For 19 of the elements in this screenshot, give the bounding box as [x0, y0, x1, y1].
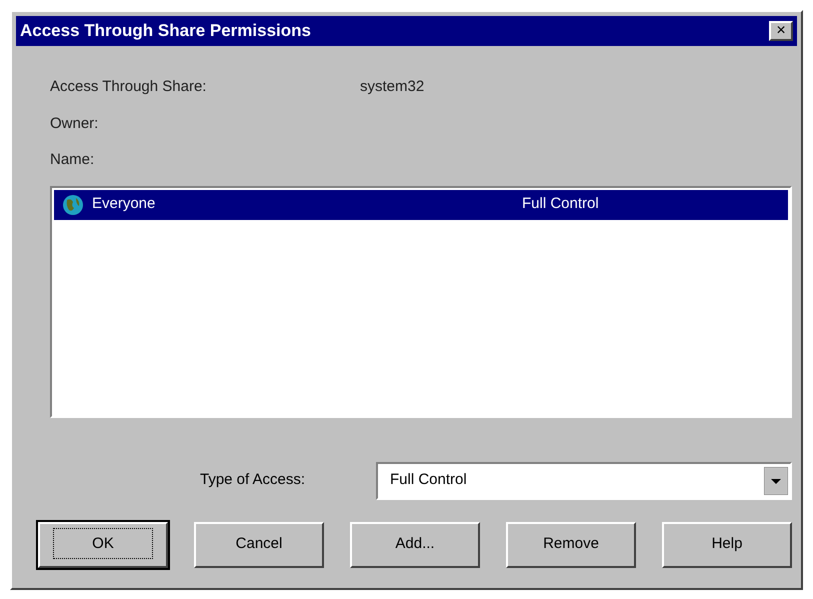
user-name: Everyone	[92, 194, 156, 214]
globe-icon	[62, 194, 84, 216]
permissions-list[interactable]: Everyone Full Control	[50, 186, 792, 418]
dialog-button[interactable]: Add...	[350, 522, 480, 568]
type-of-access-dropdown[interactable]: Full Control	[376, 462, 792, 500]
type-of-access-label: Type of Access:	[200, 470, 306, 490]
access-level: Full Control	[522, 194, 599, 214]
field-value: system32	[360, 77, 424, 97]
dropdown-arrow-icon	[764, 466, 788, 494]
close-button[interactable]: ×	[769, 21, 793, 41]
field-label: Owner:	[50, 114, 100, 134]
dialog-button[interactable]: Cancel	[194, 522, 324, 568]
dialog-button[interactable]: OK	[38, 522, 168, 568]
field-label: Access Through Share:	[50, 77, 208, 97]
field-label: Name:	[50, 150, 96, 170]
dialog-button[interactable]: Help	[662, 522, 792, 568]
dialog-button[interactable]: Remove	[506, 522, 636, 568]
list-row[interactable]: Everyone Full Control	[54, 190, 788, 220]
window-title: Access Through Share Permissions	[20, 20, 311, 42]
